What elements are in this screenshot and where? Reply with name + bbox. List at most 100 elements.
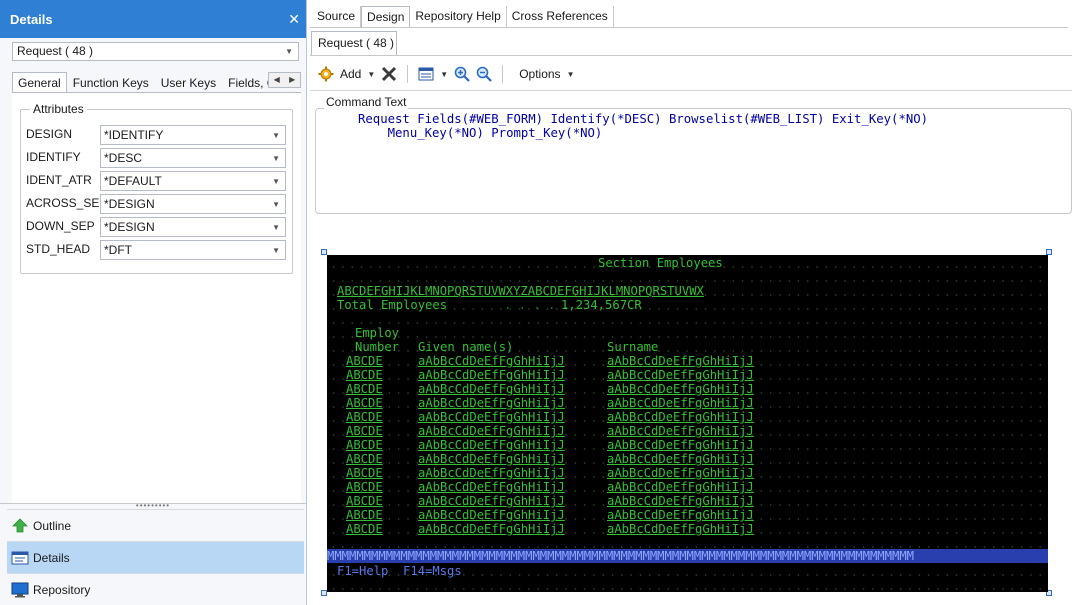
given-name-field[interactable]: aAbBcCdDeEfFgGhHiIjJ xyxy=(418,494,565,508)
surname-field[interactable]: aAbBcCdDeEfFgGhHiIjJ xyxy=(607,396,754,410)
command-text-legend: Command Text xyxy=(324,95,409,109)
employee-number-field[interactable]: ABCDE xyxy=(346,438,383,452)
layout-button[interactable]: ▼ xyxy=(418,67,448,81)
options-button-label: Options xyxy=(519,67,561,81)
tab-design[interactable]: Design xyxy=(361,6,411,28)
employee-number-field[interactable]: ABCDE xyxy=(346,424,383,438)
options-button[interactable]: Options ▼ xyxy=(519,67,574,81)
employee-number-field[interactable]: ABCDE xyxy=(346,396,383,410)
total-employees-value[interactable]: 1,234,567CR xyxy=(561,298,642,312)
given-name-field[interactable]: aAbBcCdDeEfFgGhHiIjJ xyxy=(418,354,565,368)
given-name-field[interactable]: aAbBcCdDeEfFgGhHiIjJ xyxy=(418,522,565,536)
tab-source[interactable]: Source xyxy=(312,6,362,28)
given-name-field[interactable]: aAbBcCdDeEfFgGhHiIjJ xyxy=(418,368,565,382)
attribute-value-select[interactable]: *DEFAULT ▼ xyxy=(100,171,286,191)
chevron-down-icon: ▼ xyxy=(272,246,280,255)
surname-field[interactable]: aAbBcCdDeEfFgGhHiIjJ xyxy=(607,466,754,480)
details-panel-title: Details xyxy=(10,11,53,27)
request-select[interactable]: Request ( 48 ) ▼ xyxy=(12,42,299,61)
attribute-value-select[interactable]: *DESIGN ▼ xyxy=(100,194,286,214)
chevron-down-icon: ▼ xyxy=(272,223,280,232)
surname-field[interactable]: aAbBcCdDeEfFgGhHiIjJ xyxy=(607,452,754,466)
total-employees-label: Total Employees xyxy=(337,298,448,312)
attribute-value: *DEFAULT xyxy=(104,174,162,188)
attribute-value: *DESIGN xyxy=(104,197,155,211)
add-button[interactable]: Add ▼ xyxy=(318,66,375,82)
toolbar-separator xyxy=(502,65,504,83)
employee-number-field[interactable]: ABCDE xyxy=(346,368,383,382)
attribute-value-select[interactable]: *DESC ▼ xyxy=(100,148,286,168)
employee-number-field[interactable]: ABCDE xyxy=(346,382,383,396)
surname-field[interactable]: aAbBcCdDeEfFgGhHiIjJ xyxy=(607,424,754,438)
scroll-right-icon[interactable]: ▶ xyxy=(285,73,301,87)
section-title: Section Employees xyxy=(598,256,723,270)
scroll-left-icon[interactable]: ◀ xyxy=(269,73,285,87)
employee-number-field[interactable]: ABCDE xyxy=(346,354,383,368)
employee-number-field[interactable]: ABCDE xyxy=(346,480,383,494)
tab-function-keys[interactable]: Function Keys xyxy=(67,72,155,92)
surname-field[interactable]: aAbBcCdDeEfFgGhHiIjJ xyxy=(607,382,754,396)
command-line: Request Fields(#WEB_FORM) Identify(*DESC… xyxy=(358,112,929,126)
attribute-label: DOWN_SEP xyxy=(26,219,95,233)
command-text-area[interactable]: Request Fields(#WEB_FORM) Identify(*DESC… xyxy=(322,112,1070,209)
tab-cross-references[interactable]: Cross References xyxy=(507,6,614,28)
given-name-field[interactable]: aAbBcCdDeEfFgGhHiIjJ xyxy=(418,480,565,494)
employee-number-field[interactable]: ABCDE xyxy=(346,508,383,522)
nav-item-details[interactable]: Details xyxy=(7,541,304,573)
attribute-value-select[interactable]: *IDENTIFY ▼ xyxy=(100,125,286,145)
employee-number-field[interactable]: ABCDE xyxy=(346,494,383,508)
surname-field[interactable]: aAbBcCdDeEfFgGhHiIjJ xyxy=(607,354,754,368)
command-line: Menu_Key(*NO) Prompt_Key(*NO) xyxy=(358,125,603,140)
tab-repository-help[interactable]: Repository Help xyxy=(410,6,507,28)
surname-field[interactable]: aAbBcCdDeEfFgGhHiIjJ xyxy=(607,368,754,382)
given-name-field[interactable]: aAbBcCdDeEfFgGhHiIjJ xyxy=(418,424,565,438)
attribute-label: IDENTIFY xyxy=(26,150,81,164)
given-name-field[interactable]: aAbBcCdDeEfFgGhHiIjJ xyxy=(418,396,565,410)
zoom-in-button[interactable] xyxy=(454,66,470,82)
given-name-field[interactable]: aAbBcCdDeEfFgGhHiIjJ xyxy=(418,452,565,466)
employee-number-field[interactable]: ABCDE xyxy=(346,466,383,480)
tab-general[interactable]: General xyxy=(12,72,67,92)
employee-number-field[interactable]: ABCDE xyxy=(346,452,383,466)
given-name-field[interactable]: aAbBcCdDeEfFgGhHiIjJ xyxy=(418,410,565,424)
attribute-row-ident-atr: IDENT_ATR *DEFAULT ▼ xyxy=(26,171,286,191)
surname-field[interactable]: aAbBcCdDeEfFgGhHiIjJ xyxy=(607,438,754,452)
editor-top-tabs: Source Design Repository Help Cross Refe… xyxy=(312,6,614,28)
employee-number-field[interactable]: ABCDE xyxy=(346,522,383,536)
attribute-label: STD_HEAD xyxy=(26,242,91,256)
given-name-field[interactable]: aAbBcCdDeEfFgGhHiIjJ xyxy=(418,438,565,452)
attribute-value-select[interactable]: *DESIGN ▼ xyxy=(100,217,286,237)
attribute-row-across-sep: ACROSS_SEP *DESIGN ▼ xyxy=(26,194,286,214)
nav-item-outline[interactable]: Outline xyxy=(7,509,304,541)
column-header-number: Number xyxy=(355,340,400,354)
chevron-down-icon: ▼ xyxy=(367,69,376,79)
attribute-value-select[interactable]: *DFT ▼ xyxy=(100,240,286,260)
chevron-down-icon: ▼ xyxy=(285,47,293,56)
surname-field[interactable]: aAbBcCdDeEfFgGhHiIjJ xyxy=(607,410,754,424)
attribute-row-design: DESIGN *IDENTIFY ▼ xyxy=(26,125,286,145)
screen-design-canvas[interactable]: Section Employees ABCDEFGHIJKLMNOPQRSTUV… xyxy=(327,255,1048,592)
employee-number-field[interactable]: ABCDE xyxy=(346,410,383,424)
given-name-field[interactable]: aAbBcCdDeEfFgGhHiIjJ xyxy=(418,382,565,396)
nav-item-repository[interactable]: Repository xyxy=(7,573,304,605)
design-toolbar: Add ▼ ▼ Options ▼ xyxy=(312,60,1072,88)
divider xyxy=(310,90,1072,91)
attribute-row-identify: IDENTIFY *DESC ▼ xyxy=(26,148,286,168)
given-name-field[interactable]: aAbBcCdDeEfFgGhHiIjJ xyxy=(418,466,565,480)
attribute-label: IDENT_ATR xyxy=(26,173,92,187)
chevron-down-icon: ▼ xyxy=(566,69,575,79)
tab-user-keys[interactable]: User Keys xyxy=(155,72,222,92)
surname-field[interactable]: aAbBcCdDeEfFgGhHiIjJ xyxy=(607,522,754,536)
toolbar-separator xyxy=(407,65,409,83)
alphabet-field[interactable]: ABCDEFGHIJKLMNOPQRSTUVWXYZABCDEFGHIJKLMN… xyxy=(337,284,704,298)
given-name-field[interactable]: aAbBcCdDeEfFgGhHiIjJ xyxy=(418,508,565,522)
delete-button[interactable] xyxy=(381,66,397,82)
chevron-down-icon: ▼ xyxy=(272,200,280,209)
add-button-label: Add xyxy=(340,67,362,81)
zoom-out-button[interactable] xyxy=(476,66,492,82)
surname-field[interactable]: aAbBcCdDeEfFgGhHiIjJ xyxy=(607,494,754,508)
surname-field[interactable]: aAbBcCdDeEfFgGhHiIjJ xyxy=(607,480,754,494)
surname-field[interactable]: aAbBcCdDeEfFgGhHiIjJ xyxy=(607,508,754,522)
tab-request-document[interactable]: Request ( 48 ) xyxy=(311,31,397,55)
close-icon[interactable]: ✕ xyxy=(288,11,300,28)
